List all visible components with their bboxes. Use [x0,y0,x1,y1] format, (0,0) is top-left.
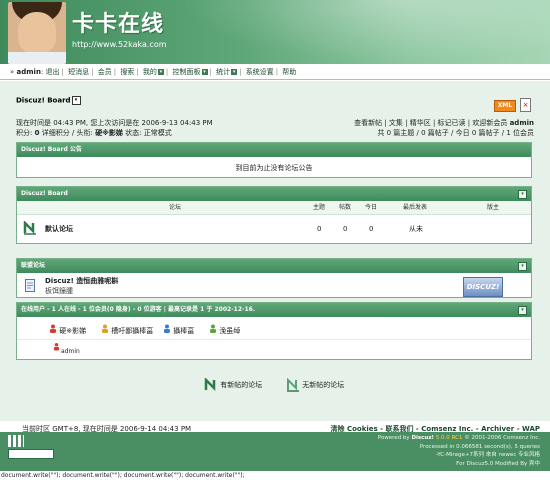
newest-member[interactable]: admin [510,119,534,127]
user-icon [102,324,108,333]
banner-portrait [8,2,66,64]
announcement-box: Discuz! Board 公告 到目前为止没有论坛公告 [16,142,532,178]
new-posts-icon [204,376,216,392]
col-moderator: 版主 [487,204,500,211]
col-posts: 帖数 [339,204,352,211]
document-icon [25,279,35,292]
col-forum: 论坛 [169,204,182,211]
online-users-header: 在线用户 - 1 人在线 - 1 位会员(0 隐身) - 0 位游客 | 最高记… [17,303,531,317]
list-item[interactable]: Discuz! 造恒曲雅呢斟 板饵鐘腫 DISCUZ! [17,273,531,301]
collapse-icon[interactable]: ▾ [518,306,527,315]
breadcrumb: Discuz! Board ▾ [16,96,81,105]
footer-logos [8,435,54,459]
announcement-text: 到目前为止没有论坛公告 [235,164,313,172]
discuz-version: 5.0.0 RC1 [435,435,463,441]
user-rank: 硬※影娣 [95,129,123,137]
script-output-text: document.write(""); document.write(""); … [0,471,550,480]
powered-by: Powered by Discuz! 5.0.0 RC1 © 2001-2006… [377,435,540,467]
legend-group-1: 槽吁鄙攝棒畗 [101,324,153,336]
forum-column-headers: 论坛 主题 帖数 今日 最后发表 版主 [17,201,531,215]
forum-list-header: Discuz! Board ▾ [17,187,531,201]
board-links: 查看新帖 | 文集 | 精华区 | 标记已读 | 欢迎新会员 admin 共 0… [354,118,534,138]
nav-control-panel[interactable]: 控制面板 [173,68,201,76]
announcement-header: Discuz! Board 公告 [17,143,531,157]
collapse-icon[interactable]: ▾ [518,262,527,271]
chevron-down-icon[interactable]: ▾ [71,96,81,105]
banner-sheen [180,0,550,64]
forum-name[interactable]: 默认论坛 [45,215,73,243]
site-title: 卡卡在线 [72,12,165,37]
site-banner: 卡卡在线 http://www.52kaka.com [0,0,550,64]
user-icon [53,343,60,351]
online-summary-part-6: 隐身) - [113,306,138,313]
forum-topics: 0 [317,225,322,233]
online-summary-part-11: 2002-12-16 [214,306,253,313]
forum-today: 0 [369,225,374,233]
nav-username[interactable]: admin [17,68,41,76]
xml-feed-button[interactable]: XML [494,100,516,112]
nav-user-suffix: : [40,68,44,76]
breadcrumb-board[interactable]: Discuz! Board [16,97,71,105]
partner-forums-header: 联盟论坛 ▾ [17,259,531,273]
nav-settings[interactable]: 系统设置 [246,68,274,76]
user-icon [210,324,216,333]
table-row[interactable]: 默认论坛 0 0 0 从未 [17,215,531,243]
chevron-down-icon[interactable]: ▾ [231,69,238,75]
user-icon [164,324,170,333]
online-summary: 在线用户 - 1 人在线 - 1 位会员(0 隐身) - 0 位游客 | 最高记… [21,306,255,313]
legend-group-0: 硬※影娣 [49,324,86,336]
online-user[interactable]: admin [61,348,80,355]
online-summary-part-0: 在线用户 - [21,306,52,313]
partner-forum-name[interactable]: Discuz! 造恒曲雅呢斟 [45,276,118,286]
time-info: 现在时间是 04:43 PM, 您上次访问是在 2006-9-13 04:43 … [16,119,213,127]
grid-logo-icon [8,435,24,447]
online-user-list: admin [17,339,531,360]
badge-logo-icon [8,449,54,459]
legend-new-forum: 有新帖的论坛 [204,376,262,392]
col-topics: 主题 [313,204,326,211]
top-nav: » admin: 退出 | 短消息 | 会员 | 搜索 | 我的 ▾ | 控制面板 ▾ | 统计… [0,64,550,80]
nav-my[interactable]: 我的 [143,68,157,76]
online-summary-part-12: . [252,306,256,313]
close-icon[interactable]: × [520,98,531,112]
nav-search[interactable]: 搜索 [120,68,134,76]
forum-lastpost: 从未 [409,225,423,233]
no-new-posts-icon [287,377,299,392]
legend-group-2: 攝棒畗 [163,324,194,336]
chevron-down-icon[interactable]: ▾ [157,69,164,75]
welcome-info: 现在时间是 04:43 PM, 您上次访问是在 2006-9-13 04:43 … [16,118,213,138]
collapse-icon[interactable]: ▾ [518,190,527,199]
col-lastpost: 最后发表 [403,204,428,211]
online-summary-part-4: 位会员( [86,306,110,313]
chevron-down-icon[interactable]: ▾ [201,69,208,75]
nav-messages[interactable]: 短消息 [68,68,89,76]
nav-stats[interactable]: 统计 [216,68,230,76]
forum-posts: 0 [343,225,348,233]
col-today: 今日 [365,204,378,211]
nav-logout[interactable]: 退出 [46,68,60,76]
forum-list-box: Discuz! Board ▾ 论坛 主题 帖数 今日 最后发表 版主 默认论坛… [16,186,532,244]
forum-status-icon [23,221,36,235]
online-summary-part-8: 位游客 | 最高记录是 [141,306,201,313]
online-summary-part-10: 于 [204,306,215,313]
user-icon [50,324,56,333]
online-summary-part-2: 人在线 - [55,306,83,313]
quick-links[interactable]: 查看新帖 | 文集 | 精华区 | 标记已读 | 欢迎新会员 admin [354,118,534,128]
credit-info: 积分: 0 详细积分 / 头衔: 硬※影娣 状态: 正常模式 [16,129,172,137]
nav-members[interactable]: 会员 [98,68,112,76]
online-users-box: 在线用户 - 1 人在线 - 1 位会员(0 隐身) - 0 位游客 | 最高记… [16,302,532,360]
online-legend: 硬※影娣 槽吁鄙攝棒畗 攝棒畗 浼虽绰 [17,317,531,339]
legend-group-3: 浼虽绰 [209,324,240,336]
discuz-brand[interactable]: Discuz! [411,435,434,441]
nav-help[interactable]: 帮助 [282,68,296,76]
board-stats: 共 0 篇主题 / 0 篇帖子 / 今日 0 篇帖子 / 1 位会员 [377,129,534,137]
partner-forum-desc: 板饵鐘腫 [45,287,73,295]
partner-forum-logo[interactable]: DISCUZ! [463,277,503,297]
legend-no-new-forum: 无新帖的论坛 [286,377,344,392]
site-url[interactable]: http://www.52kaka.com [72,40,167,49]
partner-forums-box: 联盟论坛 ▾ Discuz! 造恒曲雅呢斟 板饵鐘腫 DISCUZ! [16,258,532,298]
